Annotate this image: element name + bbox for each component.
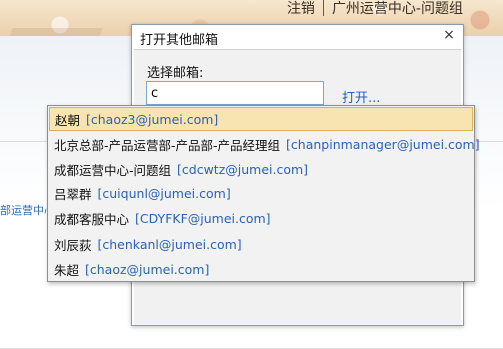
suggestion-item[interactable]: 赵朝 [chaoz3@jumei.com] xyxy=(49,107,473,131)
header-links: 注销 广州运营中心-问题组 xyxy=(287,0,463,18)
suggestion-email: [chaoz3@jumei.com] xyxy=(86,111,219,127)
suggestion-item[interactable]: 北京总部-产品运营部-产品部-产品经理组 [chanpinmanager@jum… xyxy=(49,132,480,156)
suggestion-item[interactable]: 刘辰荻 [chenkanl@jumei.com] xyxy=(49,232,473,256)
mailbox-suggestion-list: 赵朝 [chaoz3@jumei.com] 北京总部-产品运营部-产品部-产品经… xyxy=(47,105,480,282)
suggestion-item[interactable]: 朱超 [chaoz@jumei.com] xyxy=(49,257,473,281)
header-divider xyxy=(322,0,324,16)
suggestion-name: 北京总部-产品运营部-产品部-产品经理组 xyxy=(54,137,281,153)
suggestion-name: 成都运营中心-问题组 xyxy=(54,162,172,178)
suggestion-item[interactable]: 成都客服中心 [CDYFKF@jumei.com] xyxy=(49,206,473,230)
current-mailbox-label[interactable]: 广州运营中心-问题组 xyxy=(332,0,463,18)
suggestion-item[interactable]: 吕翠群 [cuiqunl@jumei.com] xyxy=(49,181,473,205)
suggestion-name: 赵朝 xyxy=(55,112,81,128)
suggestion-name: 刘辰荻 xyxy=(54,237,92,253)
suggestion-item[interactable]: 成都运营中心-问题组 [cdcwtz@jumei.com] xyxy=(49,157,473,181)
suggestion-email: [chaoz@jumei.com] xyxy=(85,261,210,277)
open-button[interactable]: 打开... xyxy=(342,87,380,106)
dialog-title: 打开其他邮箱 xyxy=(140,33,219,48)
suggestion-email: [cdcwtz@jumei.com] xyxy=(177,161,309,177)
logout-link[interactable]: 注销 xyxy=(287,0,315,18)
suggestion-email: [CDYFKF@jumei.com] xyxy=(135,210,271,226)
select-mailbox-label: 选择邮箱: xyxy=(147,66,204,81)
suggestion-name: 成都客服中心 xyxy=(54,211,130,227)
mailbox-search-input[interactable] xyxy=(146,81,324,105)
suggestion-name: 朱超 xyxy=(54,262,80,278)
suggestion-email: [chenkanl@jumei.com] xyxy=(97,236,242,252)
suggestion-name: 吕翠群 xyxy=(54,186,92,202)
suggestion-email: [chanpinmanager@jumei.com] xyxy=(286,136,480,152)
close-icon[interactable]: × xyxy=(441,27,457,43)
suggestion-email: [cuiqunl@jumei.com] xyxy=(97,185,231,201)
